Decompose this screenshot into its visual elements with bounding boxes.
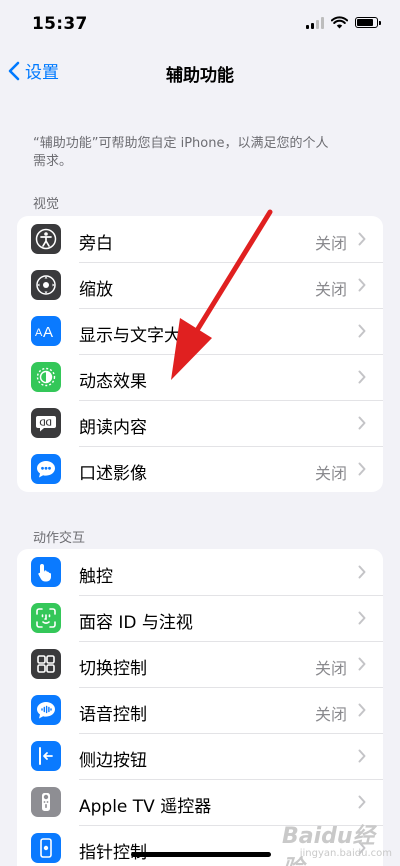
page-title: 辅助功能	[166, 66, 234, 86]
chevron-right-icon	[358, 565, 366, 579]
row-touch[interactable]: 触控	[17, 549, 383, 595]
navigation-bar: 设置 辅助功能	[0, 52, 400, 92]
chevron-right-icon	[358, 278, 366, 292]
baidu-watermark: Baidu经验 jingyan.baidu.com	[282, 818, 392, 866]
row-label: 显示与文字大小	[79, 326, 198, 346]
row-label: Apple TV 遥控器	[79, 797, 212, 817]
chevron-right-icon	[358, 462, 366, 476]
section-header-vision: 视觉	[33, 197, 60, 212]
apple-tv-remote-icon	[31, 787, 61, 817]
side-button-icon	[31, 741, 61, 771]
settings-group-vision: 旁白 关闭 缩放 关闭 A A 显示与文字大小 动态效果 ᗡᗡ 朗读内容 口述影…	[17, 216, 383, 492]
pointer-control-icon	[31, 833, 61, 863]
row-label: 旁白	[79, 234, 113, 254]
chevron-right-icon	[358, 370, 366, 384]
switch-control-icon	[31, 649, 61, 679]
chevron-right-icon	[358, 416, 366, 430]
row-audio-descriptions[interactable]: 口述影像 关闭	[17, 446, 383, 492]
row-label: 切换控制	[79, 659, 147, 679]
chevron-right-icon	[358, 611, 366, 625]
row-zoom[interactable]: 缩放 关闭	[17, 262, 383, 308]
row-label: 朗读内容	[79, 418, 147, 438]
row-label: 缩放	[79, 280, 113, 300]
row-label: 侧边按钮	[79, 751, 147, 771]
zoom-icon	[31, 270, 61, 300]
text-size-icon: A A	[31, 316, 61, 346]
home-indicator	[131, 852, 271, 857]
row-label: 面容 ID 与注视	[79, 613, 193, 633]
spoken-content-icon: ᗡᗡ	[31, 408, 61, 438]
voice-control-icon	[31, 695, 61, 725]
battery-icon	[355, 17, 381, 28]
svg-text:A: A	[35, 327, 43, 339]
wifi-icon	[331, 16, 348, 29]
voiceover-icon	[31, 224, 61, 254]
row-value: 关闭	[314, 659, 347, 678]
row-motion[interactable]: 动态效果	[17, 354, 383, 400]
row-label: 指针控制	[79, 843, 147, 863]
status-bar: 15:37	[0, 0, 400, 50]
row-voice-control[interactable]: 语音控制 关闭	[17, 687, 383, 733]
row-value: 关闭	[314, 234, 347, 253]
row-side-button[interactable]: 侧边按钮	[17, 733, 383, 779]
svg-text:A: A	[43, 324, 53, 341]
cellular-signal-icon	[306, 16, 324, 29]
section-header-interaction: 动作交互	[33, 531, 86, 546]
row-face-id-attention[interactable]: 面容 ID 与注视	[17, 595, 383, 641]
row-label: 动态效果	[79, 372, 147, 392]
row-label: 语音控制	[79, 705, 147, 725]
row-value: 关闭	[314, 280, 347, 299]
row-display-text-size[interactable]: A A 显示与文字大小	[17, 308, 383, 354]
chevron-right-icon	[358, 324, 366, 338]
chevron-right-icon	[358, 749, 366, 763]
chevron-right-icon	[358, 232, 366, 246]
face-id-icon	[31, 603, 61, 633]
description-text: “辅助功能”可帮助您自定 iPhone，以满足您的个人需求。	[33, 136, 329, 169]
chevron-right-icon	[358, 657, 366, 671]
status-time: 15:37	[32, 14, 88, 34]
row-value: 关闭	[314, 464, 347, 483]
audio-descriptions-icon	[31, 454, 61, 484]
accessibility-settings-screen: 15:37 设置 辅助功能 “辅助功能”可帮助您自定 iPhone，以满足您的个…	[0, 0, 400, 866]
row-label: 触控	[79, 567, 113, 587]
row-value: 关闭	[314, 705, 347, 724]
chevron-right-icon	[358, 795, 366, 809]
status-icons	[306, 16, 381, 29]
row-switch-control[interactable]: 切换控制 关闭	[17, 641, 383, 687]
touch-icon	[31, 557, 61, 587]
motion-icon	[31, 362, 61, 392]
chevron-right-icon	[358, 703, 366, 717]
watermark-subtext: jingyan.baidu.com	[299, 848, 392, 859]
row-spoken-content[interactable]: ᗡᗡ 朗读内容	[17, 400, 383, 446]
watermark-text: Baidu经验	[282, 824, 375, 866]
row-voiceover[interactable]: 旁白 关闭	[17, 216, 383, 262]
svg-text:ᗡᗡ: ᗡᗡ	[40, 419, 52, 428]
row-label: 口述影像	[79, 464, 147, 484]
